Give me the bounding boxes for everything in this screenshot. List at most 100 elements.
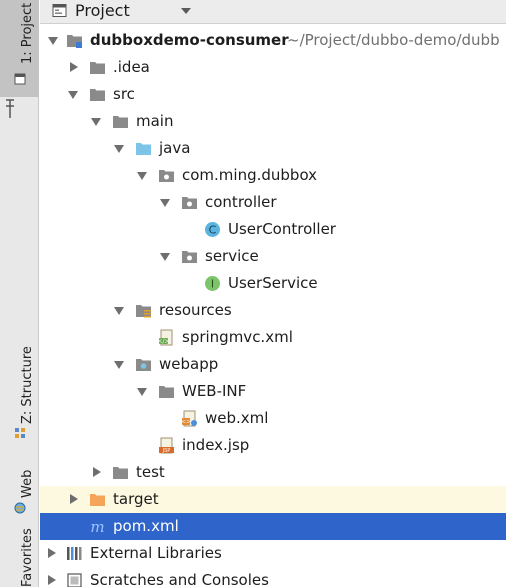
tree-row-springmvc[interactable]: </> springmvc.xml	[40, 324, 506, 351]
tree-row-resources[interactable]: resources	[40, 297, 506, 324]
package-icon	[182, 197, 197, 209]
tool-window-strip: 1: Project Z: Structure Web Favorites	[0, 0, 39, 587]
tree-row-root[interactable]: dubboxdemo-consumer ~/Project/dubbo-demo…	[40, 27, 506, 54]
tree-row-user-service[interactable]: I UserService	[40, 270, 506, 297]
svg-text:C: C	[209, 224, 217, 237]
user-controller-label: UserController	[228, 220, 336, 238]
web-globe-icon	[14, 502, 26, 514]
scratches-icon	[67, 573, 82, 587]
tree-row-scratches[interactable]: Scratches and Consoles	[40, 567, 506, 587]
pom-file-label: pom.xml	[113, 517, 179, 535]
expanded-arrow-icon[interactable]	[91, 118, 101, 126]
tree-row-java[interactable]: java	[40, 135, 506, 162]
package-icon	[159, 170, 174, 182]
folder-icon	[90, 62, 105, 74]
idea-folder-label: .idea	[113, 58, 150, 76]
pin-tool-icon[interactable]	[4, 98, 16, 120]
jsp-file-icon: JSP	[159, 437, 174, 454]
folder-icon	[113, 116, 128, 128]
caret-down-icon[interactable]	[181, 8, 191, 14]
webapp-folder-label: webapp	[159, 355, 219, 373]
expanded-arrow-icon[interactable]	[160, 199, 170, 207]
indexjsp-file-label: index.jsp	[182, 436, 250, 454]
tree-row-package[interactable]: com.ming.dubbox	[40, 162, 506, 189]
target-folder-label: target	[113, 490, 159, 508]
expanded-arrow-icon[interactable]	[114, 145, 124, 153]
project-tool-icon	[14, 73, 26, 85]
libraries-icon	[67, 547, 82, 560]
folder-icon	[90, 89, 105, 101]
favorites-tool-tab[interactable]: Favorites	[0, 528, 39, 587]
tree-row-webxml[interactable]: <> web.xml	[40, 405, 506, 432]
collapsed-arrow-icon[interactable]	[48, 548, 56, 558]
panel-title[interactable]: Project	[75, 0, 130, 21]
tree-row-webapp[interactable]: webapp	[40, 351, 506, 378]
class-icon: C	[205, 222, 220, 237]
svg-text:JSP: JSP	[162, 448, 171, 454]
external-libraries-label: External Libraries	[90, 544, 222, 562]
collapsed-arrow-icon[interactable]	[93, 467, 101, 477]
tree-row-controller[interactable]: controller	[40, 189, 506, 216]
folder-icon	[113, 467, 128, 479]
expanded-arrow-icon[interactable]	[68, 91, 78, 99]
tree-row-indexjsp[interactable]: JSP index.jsp	[40, 432, 506, 459]
structure-tool-tab[interactable]: Z: Structure	[0, 340, 39, 445]
project-view-icon	[52, 4, 67, 17]
webxml-file-label: web.xml	[205, 409, 269, 427]
collapsed-arrow-icon[interactable]	[70, 62, 78, 72]
spring-xml-icon: </>	[158, 329, 173, 346]
expanded-arrow-icon[interactable]	[114, 307, 124, 315]
tree-row-user-controller[interactable]: C UserController	[40, 216, 506, 243]
structure-tool-icon	[15, 428, 25, 438]
user-service-label: UserService	[228, 274, 318, 292]
project-panel-header: Project	[40, 0, 506, 24]
tree-row-external-libraries[interactable]: External Libraries	[40, 540, 506, 567]
springmvc-file-label: springmvc.xml	[182, 328, 293, 346]
web-folder-icon	[136, 359, 151, 371]
src-folder-label: src	[113, 85, 135, 103]
tree-row-test[interactable]: test	[40, 459, 506, 486]
package-icon	[182, 251, 197, 263]
tree-row-pom[interactable]: m pom.xml	[40, 513, 506, 540]
expanded-arrow-icon[interactable]	[114, 361, 124, 369]
java-folder-label: java	[159, 139, 191, 157]
scratches-label: Scratches and Consoles	[90, 571, 269, 587]
svg-text:I: I	[211, 278, 214, 291]
webinf-folder-label: WEB-INF	[182, 382, 247, 400]
svg-text:<>: <>	[181, 419, 191, 426]
resources-folder-label: resources	[159, 301, 232, 319]
source-folder-icon	[136, 143, 151, 155]
module-folder-icon	[67, 35, 82, 48]
collapsed-arrow-icon[interactable]	[70, 494, 78, 504]
folder-icon	[159, 386, 174, 398]
tree-row-target[interactable]: target	[40, 486, 506, 513]
favorites-tool-label: Favorites	[20, 528, 35, 587]
package-label: com.ming.dubbox	[182, 166, 318, 184]
controller-package-label: controller	[205, 193, 277, 211]
tree-row-service[interactable]: service	[40, 243, 506, 270]
test-folder-label: test	[136, 463, 165, 481]
web-xml-icon: <>	[181, 410, 197, 427]
service-package-label: service	[205, 247, 259, 265]
svg-text:m: m	[90, 518, 104, 535]
maven-pom-icon: m	[90, 518, 104, 535]
tree-row-src[interactable]: src	[40, 81, 506, 108]
project-tool-label: 1: Project	[20, 2, 35, 64]
web-tool-tab[interactable]: Web	[0, 460, 39, 520]
resources-folder-icon	[136, 305, 151, 318]
root-module-label: dubboxdemo-consumer	[90, 31, 289, 49]
collapsed-arrow-icon[interactable]	[48, 575, 56, 585]
expanded-arrow-icon[interactable]	[160, 253, 170, 261]
tree-row-idea[interactable]: .idea	[40, 54, 506, 81]
tree-row-webinf[interactable]: WEB-INF	[40, 378, 506, 405]
project-tool-tab[interactable]: 1: Project	[0, 0, 39, 97]
svg-text:</>: </>	[158, 338, 170, 345]
structure-tool-label: Z: Structure	[20, 346, 35, 424]
excluded-folder-icon	[90, 494, 105, 506]
tree-row-main[interactable]: main	[40, 108, 506, 135]
interface-icon: I	[205, 276, 220, 291]
expanded-arrow-icon[interactable]	[48, 37, 58, 45]
main-folder-label: main	[136, 112, 174, 130]
expanded-arrow-icon[interactable]	[137, 172, 147, 180]
expanded-arrow-icon[interactable]	[137, 388, 147, 396]
